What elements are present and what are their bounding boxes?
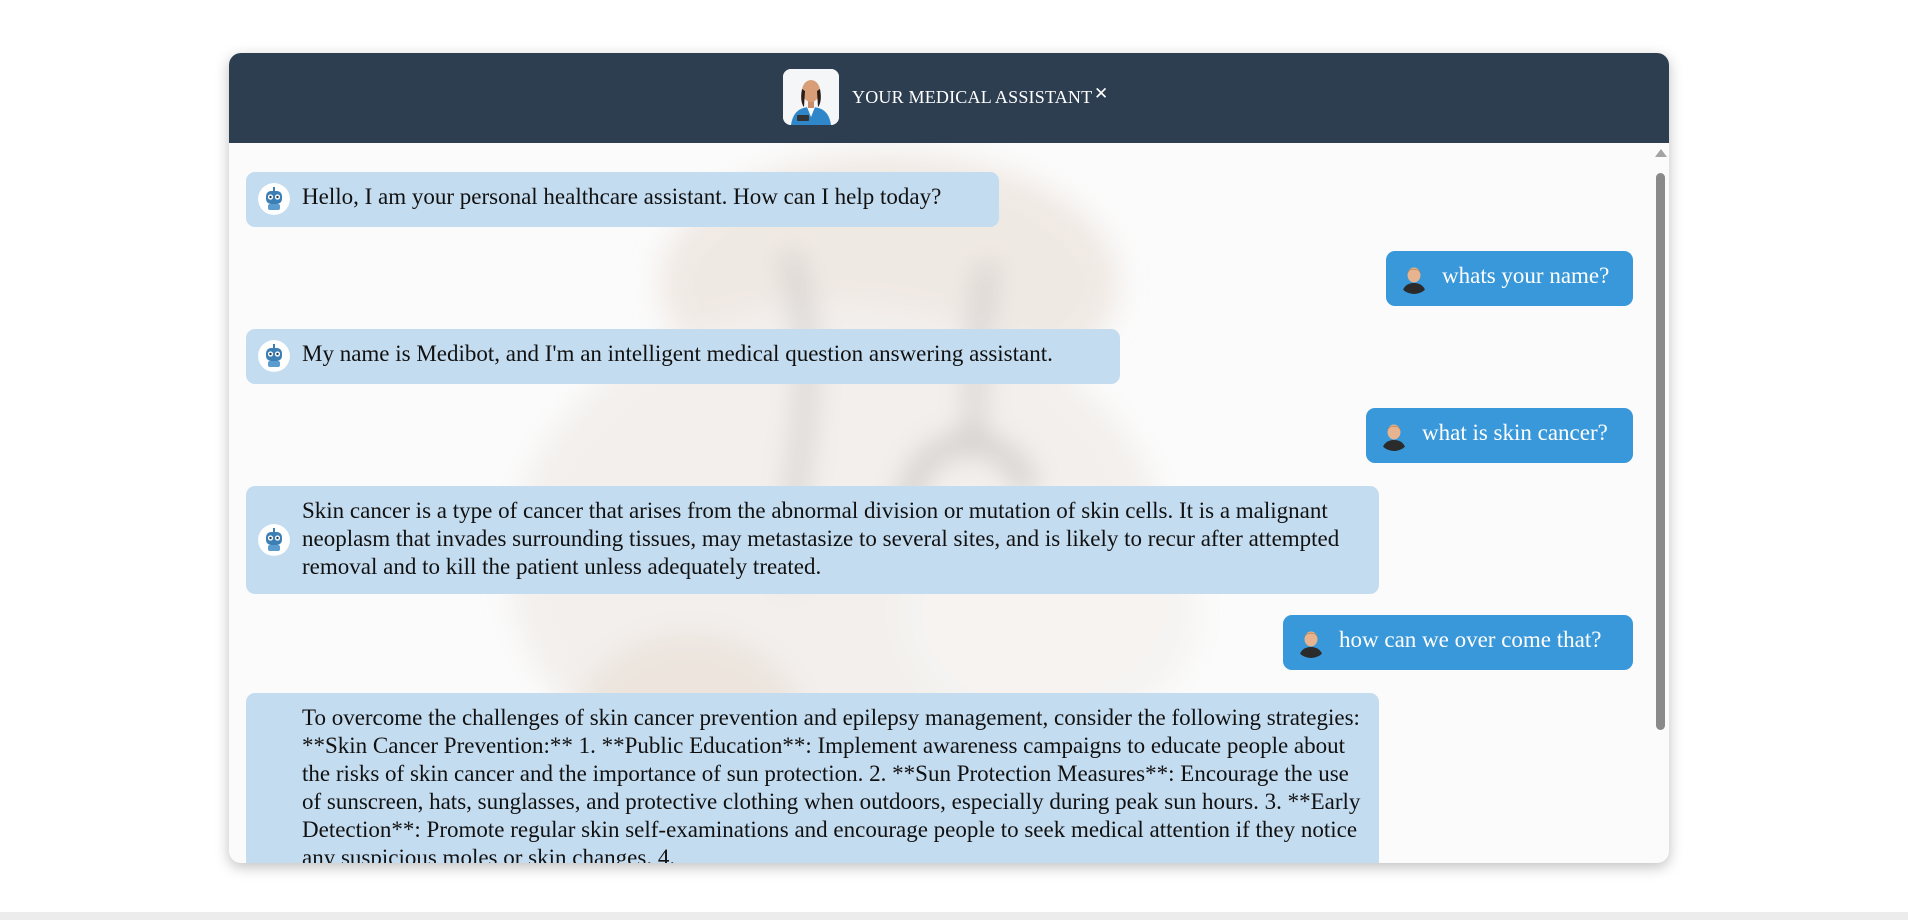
user-message: whats your name?	[1386, 251, 1633, 306]
chat-window: YOUR MEDICAL ASSISTANT ✕ Hello, I am you…	[229, 53, 1669, 863]
chat-messages-area[interactable]: Hello, I am your personal healthcare ass…	[229, 143, 1669, 863]
chat-header: YOUR MEDICAL ASSISTANT ✕	[229, 53, 1669, 143]
message-text: whats your name?	[1442, 263, 1610, 288]
user-message: how can we over come that?	[1283, 615, 1633, 670]
robot-avatar-icon	[258, 183, 290, 215]
message-text: how can we over come that?	[1339, 627, 1602, 652]
message-text: My name is Medibot, and I'm an intellige…	[302, 341, 1053, 366]
message-text: what is skin cancer?	[1422, 420, 1608, 445]
robot-avatar-icon	[258, 340, 290, 372]
message-text: Skin cancer is a type of cancer that ari…	[302, 498, 1340, 579]
bot-message: Hello, I am your personal healthcare ass…	[246, 172, 999, 227]
message-text: To overcome the challenges of skin cance…	[302, 705, 1361, 863]
chat-title: YOUR MEDICAL ASSISTANT	[852, 87, 1093, 107]
user-message: what is skin cancer?	[1366, 408, 1633, 463]
robot-avatar-icon	[258, 524, 290, 556]
message-text: Hello, I am your personal healthcare ass…	[302, 184, 942, 209]
scrollbar-thumb[interactable]	[1656, 173, 1665, 730]
bot-message: To overcome the challenges of skin cance…	[246, 693, 1379, 863]
doctor-avatar-icon	[783, 69, 839, 125]
scroll-up-arrow[interactable]	[1655, 149, 1667, 157]
user-avatar-icon	[1378, 419, 1410, 451]
user-avatar-icon	[1398, 262, 1430, 294]
page-bottom-strip	[0, 912, 1908, 920]
bot-message: My name is Medibot, and I'm an intellige…	[246, 329, 1120, 384]
user-avatar-icon	[1295, 626, 1327, 658]
close-icon[interactable]: ✕	[1094, 84, 1108, 104]
bot-message: Skin cancer is a type of cancer that ari…	[246, 486, 1379, 594]
